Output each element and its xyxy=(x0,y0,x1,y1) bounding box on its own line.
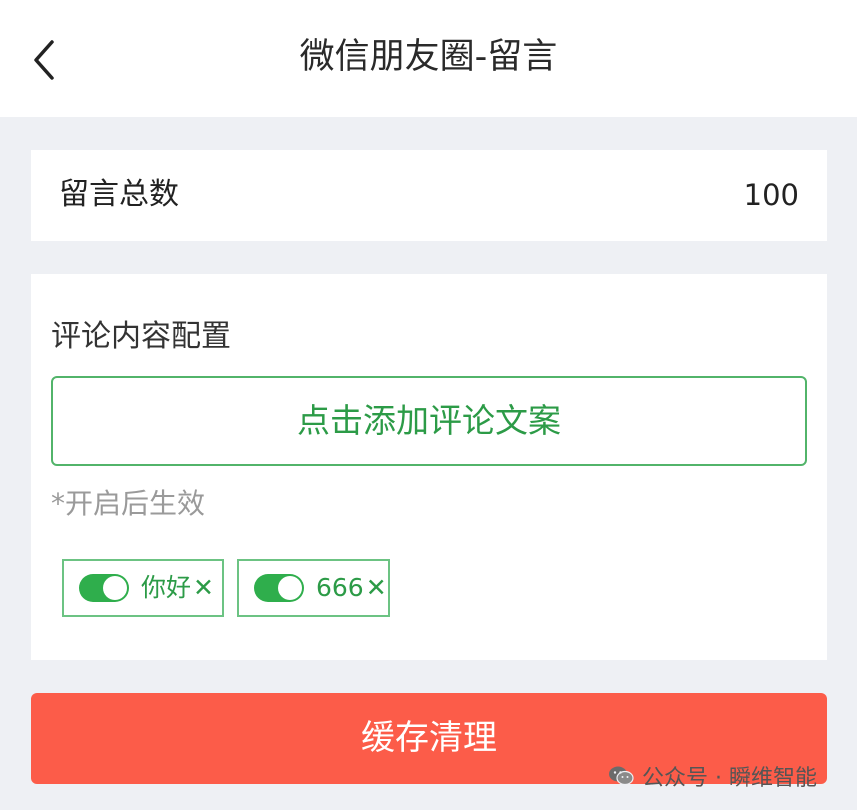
add-comment-text-button[interactable]: 点击添加评论文案 xyxy=(51,376,807,466)
toggle-knob xyxy=(103,576,127,600)
comment-tag-toggle[interactable] xyxy=(254,574,304,602)
total-comments-label: 留言总数 xyxy=(59,177,179,212)
watermark-text: 公众号 · 瞬维智能 xyxy=(642,766,817,791)
wechat-icon xyxy=(609,766,634,786)
close-icon[interactable]: ✕ xyxy=(193,573,214,603)
effect-hint: *开启后生效 xyxy=(51,487,206,520)
header-bar: 微信朋友圈-留言 xyxy=(0,0,857,117)
watermark: 公众号 · 瞬维智能 xyxy=(608,761,817,791)
comment-tag-text: 你好 xyxy=(141,573,192,602)
page-title: 微信朋友圈-留言 xyxy=(299,37,558,77)
comment-config-title: 评论内容配置 xyxy=(51,319,231,354)
comment-tag: 666 ✕ xyxy=(237,559,390,617)
comment-config-card: 评论内容配置 点击添加评论文案 *开启后生效 你好 ✕ 666 ✕ xyxy=(31,274,827,660)
comment-tag-toggle[interactable] xyxy=(79,574,129,602)
total-comments-value: 100 xyxy=(743,178,799,212)
toggle-knob xyxy=(278,576,302,600)
comment-tag-text: 666 xyxy=(316,573,364,602)
close-icon[interactable]: ✕ xyxy=(366,573,387,603)
comment-tag: 你好 ✕ xyxy=(62,559,224,617)
total-comments-card: 留言总数 100 xyxy=(31,150,827,241)
